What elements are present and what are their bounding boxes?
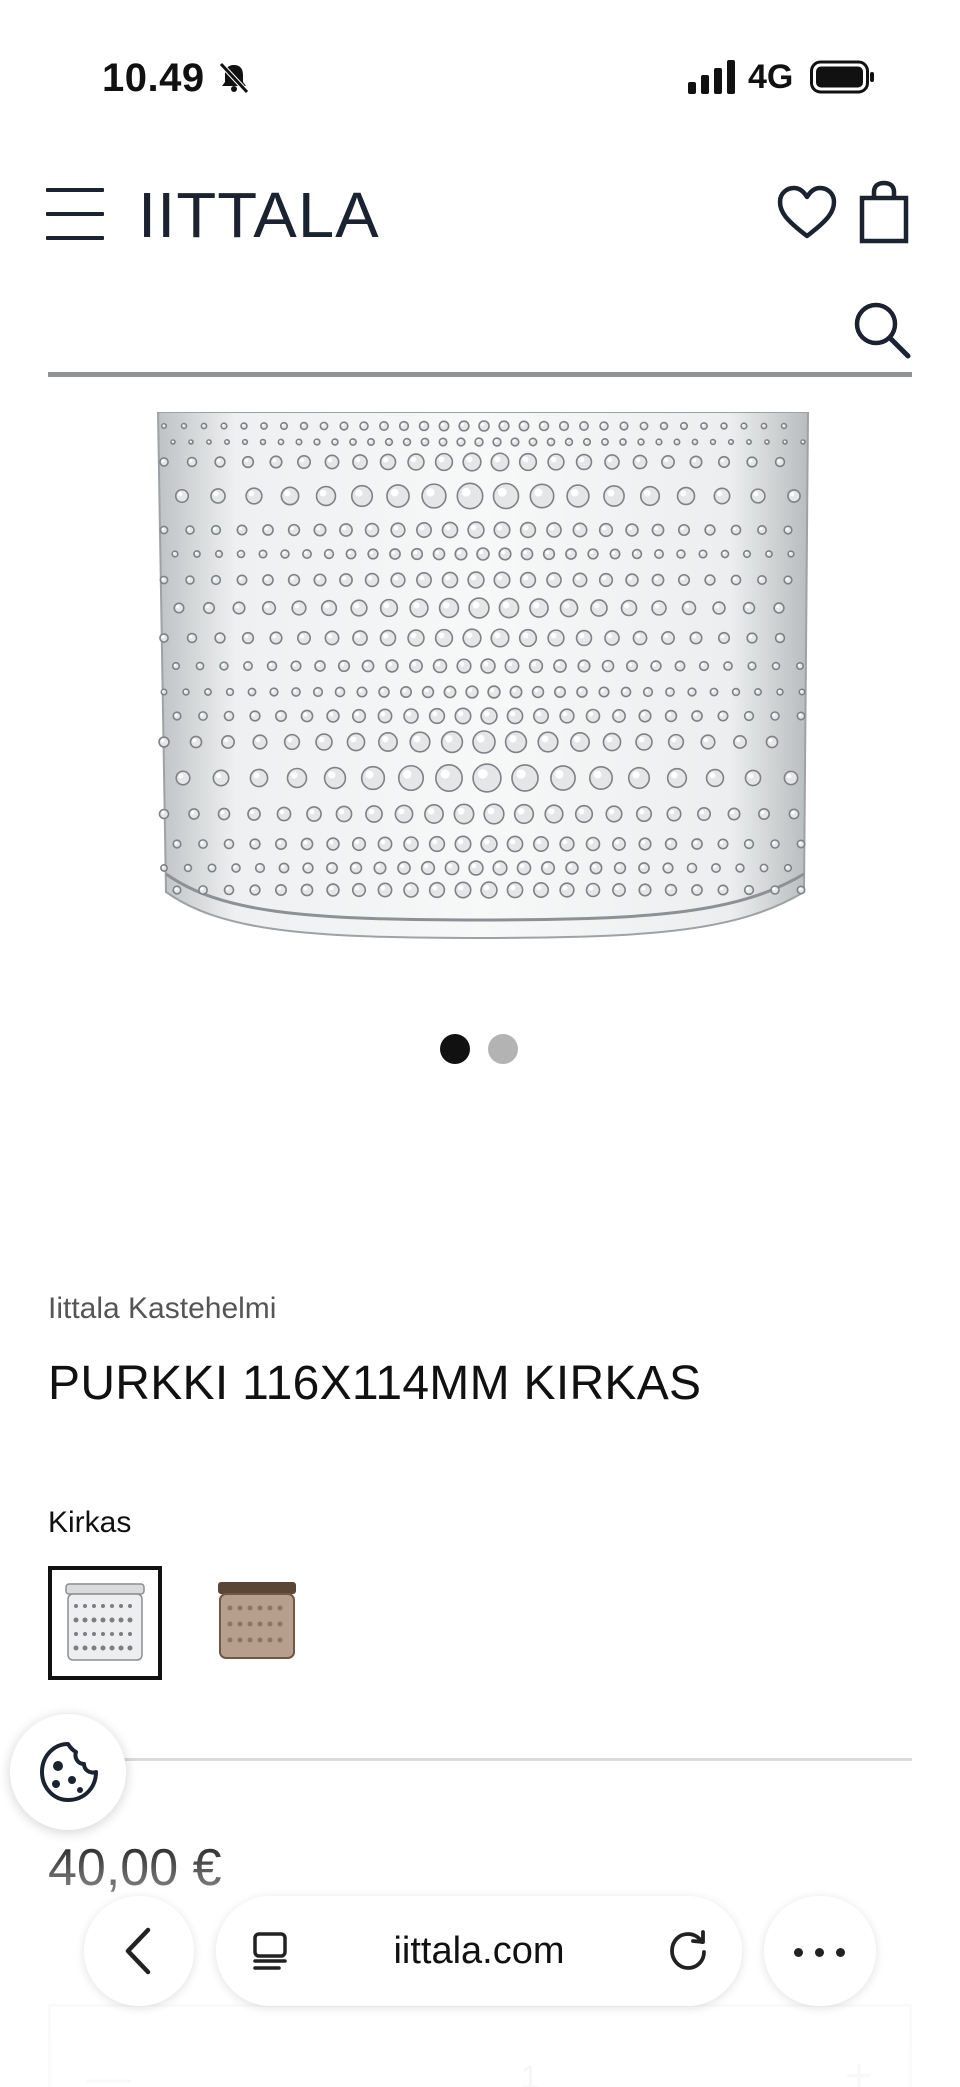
more-icon-dot [815,1948,824,1957]
url-text[interactable]: iittala.com [216,1930,742,1973]
quantity-value[interactable]: 1 [521,2059,539,2087]
product-image[interactable] [140,412,820,946]
browser-back-button[interactable] [84,1896,194,2006]
clear-jar-thumbnail [65,1583,145,1661]
heart-icon[interactable] [776,184,838,242]
quantity-increase-button[interactable]: + [845,2049,873,2087]
more-icon-dot [836,1948,845,1957]
signal-icon [688,60,735,94]
battery-icon [810,60,874,94]
section-divider [48,1758,912,1761]
network-type: 4G [748,58,794,96]
linen-jar-thumbnail [218,1582,296,1659]
back-chevron-icon [125,1927,151,1975]
search-bar [48,292,912,378]
search-icon[interactable] [852,300,912,360]
search-underline [48,372,912,377]
site-logo[interactable]: IITTALA [138,178,380,252]
status-bar: 10.49 4G [0,0,960,150]
product-price: 40,00 € [48,1839,222,1897]
clear-jar-swatch[interactable] [48,1566,162,1680]
menu-icon[interactable] [46,186,106,242]
status-time: 10.49 [102,56,205,100]
product-title: PURKKI 116X114MM KIRKAS [48,1357,702,1410]
gallery-dot-2[interactable] [488,1034,518,1064]
gallery-dot-1[interactable] [440,1034,470,1064]
muted-bell-icon [219,62,249,94]
product-brand[interactable]: Iittala Kastehelmi [48,1292,276,1326]
kastehelmi-jar-image [156,412,810,940]
address-bar[interactable]: iittala.com [216,1896,742,2006]
more-icon-dot [794,1948,803,1957]
variant-label: Kirkas [48,1506,132,1539]
reload-icon[interactable] [666,1928,712,1974]
search-input[interactable] [48,292,838,370]
quantity-stepper: — 1 + [48,2004,912,2087]
linen-jar-swatch[interactable] [200,1566,314,1680]
shopping-bag-icon[interactable] [858,180,910,244]
more-options-button[interactable] [764,1896,876,2006]
quantity-decrease-button[interactable]: — [87,2053,131,2087]
cookie-settings-button[interactable] [10,1714,126,1830]
cookie-icon [40,1742,98,1802]
